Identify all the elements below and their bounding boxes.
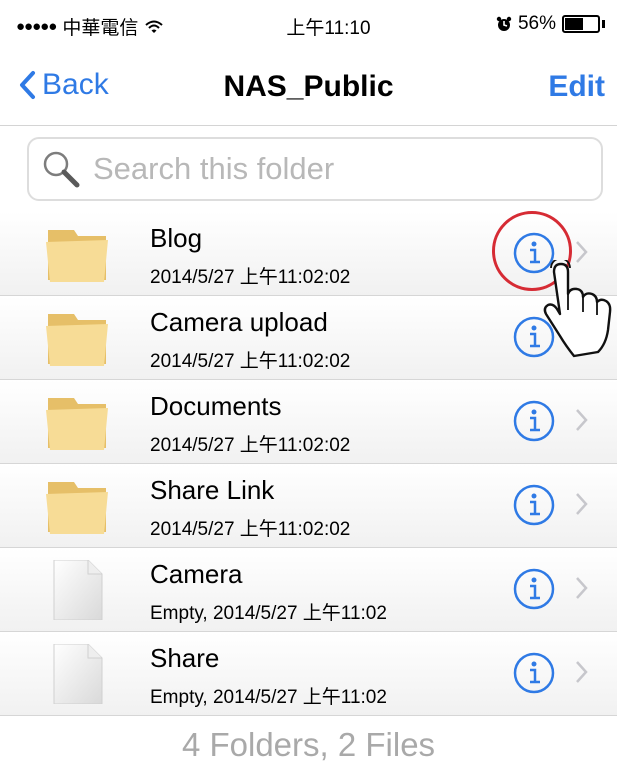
folder-icon	[46, 482, 108, 534]
list-item[interactable]: Camera Empty, 2014/5/27 上午11:02	[0, 548, 617, 632]
search-icon	[43, 151, 80, 188]
info-icon[interactable]	[512, 651, 556, 695]
item-count-summary: 4 Folders, 2 Files	[181, 726, 436, 763]
folder-icon	[46, 314, 108, 366]
info-icon[interactable]	[512, 399, 556, 443]
page-title: NAS_Public	[223, 70, 394, 103]
edit-button[interactable]: Edit	[548, 70, 605, 104]
navigation-bar: Back NAS_Public Edit	[0, 50, 617, 126]
item-name: Share	[150, 643, 220, 673]
item-subtitle: Empty, 2014/5/27 上午11:02	[150, 687, 387, 708]
chevron-right-icon	[576, 661, 588, 683]
chevron-right-icon	[576, 493, 588, 515]
item-name: Camera	[150, 559, 243, 589]
battery-level-fill	[565, 18, 583, 30]
tap-hand-icon	[543, 260, 612, 358]
item-name: Documents	[150, 391, 282, 421]
item-name: Blog	[150, 223, 203, 253]
item-subtitle: 2014/5/27 上午11:02:02	[150, 351, 351, 372]
file-icon	[53, 560, 103, 620]
item-name: Share Link	[150, 475, 275, 505]
search-input[interactable]	[93, 151, 573, 187]
info-icon[interactable]	[512, 567, 556, 611]
chevron-right-icon	[576, 577, 588, 599]
item-name: Camera upload	[150, 307, 328, 337]
alarm-icon	[496, 16, 512, 31]
folder-icon	[46, 230, 108, 282]
list-item[interactable]: Camera upload 2014/5/27 上午11:02:02	[0, 296, 617, 380]
battery-percent: 56%	[517, 13, 556, 34]
item-subtitle: 2014/5/27 上午11:02:02	[150, 519, 351, 540]
list-item[interactable]: Share Empty, 2014/5/27 上午11:02	[0, 632, 617, 716]
item-subtitle: Empty, 2014/5/27 上午11:02	[150, 603, 387, 624]
battery-area: 56%	[496, 13, 605, 35]
item-subtitle: 2014/5/27 上午11:02:02	[150, 267, 351, 288]
battery-nub	[602, 20, 605, 28]
file-icon	[53, 644, 103, 704]
folder-icon	[46, 398, 108, 450]
info-icon[interactable]	[512, 483, 556, 527]
chevron-right-icon	[576, 409, 588, 431]
list-item[interactable]: Share Link 2014/5/27 上午11:02:02	[0, 464, 617, 548]
item-subtitle: 2014/5/27 上午11:02:02	[150, 435, 351, 456]
battery-icon	[562, 15, 600, 33]
search-bar[interactable]	[27, 137, 603, 201]
list-item[interactable]: Documents 2014/5/27 上午11:02:02	[0, 380, 617, 464]
status-bar: ●●●●● 中華電信 上午11:10 56%	[0, 0, 617, 50]
